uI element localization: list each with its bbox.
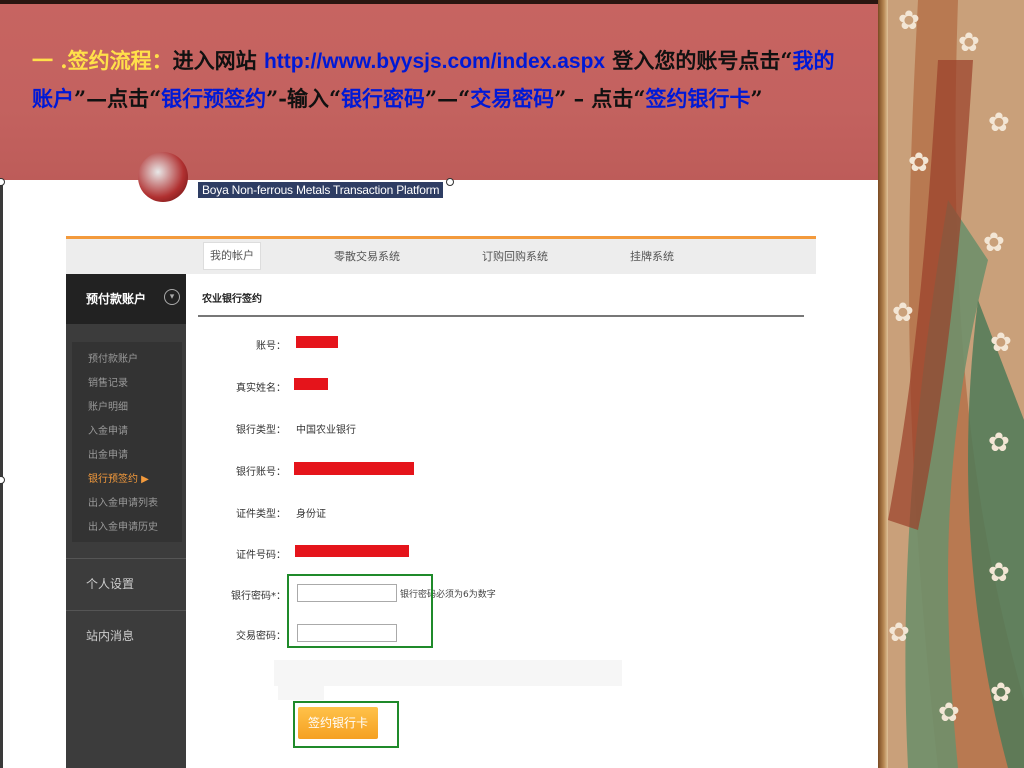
text-fragment: ” — [750, 86, 763, 111]
text-fragment: ”-输入“ — [266, 86, 342, 111]
sidebar-item-bank-presign[interactable]: 银行预签约 ▶ — [88, 468, 182, 492]
flower-icon: ✿ — [988, 428, 1010, 458]
redacted-value — [296, 336, 338, 348]
redacted-value — [294, 462, 414, 475]
flower-icon: ✿ — [892, 298, 914, 328]
text-fragment: ”—“ — [425, 86, 471, 111]
flower-icon: ✿ — [958, 28, 980, 58]
keyword-bank-presign: 银行预签约 — [161, 86, 267, 111]
bank-type-value: 中国农业银行 — [296, 425, 356, 436]
bank-account-label: 银行账号： — [236, 467, 286, 478]
text-fragment: 进入网站 — [172, 48, 264, 73]
flower-icon: ✿ — [988, 558, 1010, 588]
sidebar-item-account-details[interactable]: 账户明细 — [88, 396, 182, 420]
website-url: http://www.byysjs.com/index.aspx — [263, 50, 606, 73]
handle-ring — [0, 178, 5, 186]
form-row-bank-account: 银行账号： — [198, 460, 804, 480]
account-label: 账号： — [256, 341, 286, 352]
sidebar-submenu: 预付款账户 销售记录 账户明细 入金申请 出金申请 银行预签约 ▶ 出入金申请列… — [72, 342, 182, 542]
flower-icon: ✿ — [898, 6, 920, 36]
instruction-text: 一 .签约流程：进入网站 http://www.byysjs.com/index… — [32, 42, 848, 117]
sidebar-item-personal-settings[interactable]: 个人设置 — [66, 558, 186, 610]
keyword-bank-password: 银行密码 — [341, 86, 426, 111]
form-row-id-number: 证件号码： — [198, 543, 804, 563]
chevron-down-icon: ▾ — [164, 289, 180, 305]
sidebar-header-label: 预付款账户 — [86, 292, 147, 306]
slide-header: 一 .签约流程：进入网站 http://www.byysjs.com/index… — [0, 0, 878, 180]
handle-ring — [0, 476, 5, 484]
sidebar-item-site-messages[interactable]: 站内消息 — [66, 610, 186, 662]
bank-type-label: 银行类型： — [236, 425, 286, 436]
nav-tab-order-buyback[interactable]: 订购回购系统 — [482, 248, 548, 264]
redacted-value — [294, 378, 328, 390]
nav-tab-retail-trading[interactable]: 零散交易系统 — [334, 248, 400, 264]
trade-password-label: 交易密码： — [236, 631, 286, 642]
flower-icon: ✿ — [938, 698, 960, 728]
flower-icon: ✿ — [888, 618, 910, 648]
form-row-id-type: 证件类型： 身份证 — [198, 502, 804, 522]
form-title: 农业银行签约 — [198, 284, 804, 317]
sidebar-item-request-list[interactable]: 出入金申请列表 — [88, 492, 182, 516]
nav-tab-my-account[interactable]: 我的帐户 — [203, 242, 261, 270]
handle-ring — [446, 178, 454, 186]
id-type-value: 身份证 — [296, 509, 326, 520]
flower-icon: ✿ — [990, 328, 1012, 358]
sidebar-item-withdraw-request[interactable]: 出金申请 — [88, 444, 182, 468]
form-row-real-name: 真实姓名： — [198, 376, 804, 396]
website-screenshot: Boya Non-ferrous Metals Transaction Plat… — [0, 152, 878, 768]
nav-tab-listing[interactable]: 挂牌系统 — [630, 248, 674, 264]
top-navigation: 我的帐户 零散交易系统 订购回购系统 挂牌系统 — [66, 236, 816, 274]
sidebar-item-request-history[interactable]: 出入金申请历史 — [88, 516, 182, 540]
step-title: 一 .签约流程： — [32, 48, 173, 73]
site-logo-subtitle: Boya Non-ferrous Metals Transaction Plat… — [198, 182, 444, 198]
annotation-box-passwords — [287, 574, 433, 648]
decorative-side-panel: ✿ ✿ ✿ ✿ ✿ ✿ ✿ ✿ ✿ ✿ ✿ ✿ — [878, 0, 1024, 768]
flower-icon: ✿ — [988, 108, 1010, 138]
annotation-box-submit — [293, 701, 399, 748]
redacted-value — [295, 545, 409, 557]
slide-frame — [0, 180, 3, 768]
id-type-label: 证件类型： — [236, 509, 286, 520]
keyword-trade-password: 交易密码 — [470, 86, 555, 111]
flower-icon: ✿ — [983, 228, 1005, 258]
flower-icon: ✿ — [990, 678, 1012, 708]
form-row-bank-type: 银行类型： 中国农业银行 — [198, 418, 804, 438]
id-number-label: 证件号码： — [236, 550, 286, 561]
text-fragment: 登入您的账号点击“ — [605, 48, 793, 73]
keyword-sign-card: 签约银行卡 — [645, 86, 751, 111]
bank-password-label: 银行密码*： — [231, 591, 286, 602]
real-name-label: 真实姓名： — [236, 383, 286, 394]
text-fragment: ” – 点击“ — [554, 86, 646, 111]
sidebar-header[interactable]: 预付款账户 ▾ — [66, 274, 186, 324]
bank-sign-form: 农业银行签约 — [198, 284, 804, 317]
sidebar-item-deposit-request[interactable]: 入金申请 — [88, 420, 182, 444]
sidebar-item-prepaid-account[interactable]: 预付款账户 — [88, 348, 182, 372]
faint-overlay — [274, 660, 622, 686]
sidebar-item-sales-records[interactable]: 销售记录 — [88, 372, 182, 396]
text-fragment: ”—点击“ — [74, 86, 162, 111]
faint-overlay — [278, 686, 324, 700]
form-row-account: 账号： — [198, 334, 804, 354]
sidebar: 预付款账户 ▾ 预付款账户 销售记录 账户明细 入金申请 出金申请 银行预签约 … — [66, 274, 186, 768]
flower-icon: ✿ — [908, 148, 930, 178]
site-logo-icon — [138, 152, 188, 202]
